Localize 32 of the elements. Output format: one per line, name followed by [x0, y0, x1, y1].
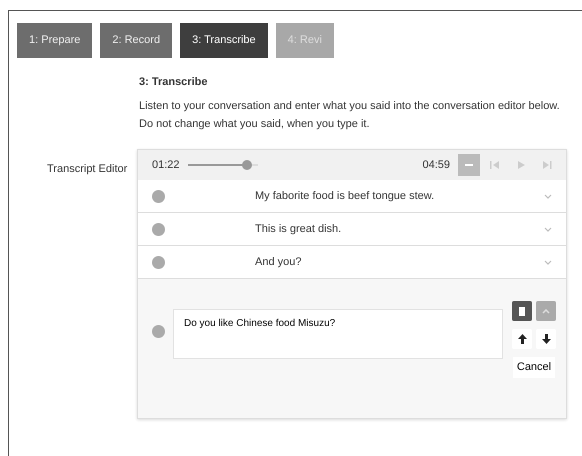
- arrow-up-icon: [518, 334, 526, 344]
- speaker-avatar: [152, 325, 165, 338]
- move-up-button[interactable]: [512, 329, 532, 350]
- chevron-up-icon: [542, 308, 550, 314]
- arrow-down-icon: [542, 334, 550, 344]
- skip-forward-icon: [542, 161, 552, 170]
- trash-icon: [518, 306, 526, 316]
- instructions-text: Listen to your conversation and enter what you said into the conversation editor below. Do not change what you said, when you type it.: [139, 99, 561, 132]
- play-icon: [517, 161, 525, 170]
- speaker-avatar: [152, 190, 165, 203]
- transcript-line[interactable]: And you?: [255, 254, 544, 270]
- chevron-down-icon[interactable]: [544, 226, 552, 232]
- transcript-line[interactable]: My faborite food is beef tongue stew.: [255, 188, 544, 204]
- step-tab[interactable]: 2: Record: [100, 23, 172, 58]
- step-tab[interactable]: 3: Transcribe: [180, 23, 268, 58]
- skip-back-icon: [490, 161, 500, 170]
- stop-button[interactable]: [458, 154, 480, 176]
- total-time: 04:59: [422, 158, 450, 173]
- chevron-down-icon[interactable]: [544, 260, 552, 265]
- speaker-avatar: [152, 256, 165, 269]
- transcript-line[interactable]: This is great dish.: [255, 220, 544, 238]
- cancel-button[interactable]: Cancel: [512, 357, 556, 378]
- delete-button[interactable]: [512, 301, 532, 322]
- speaker-avatar: [152, 222, 165, 236]
- current-time: 01:22: [152, 158, 180, 173]
- section-heading: 3: Transcribe: [139, 74, 208, 90]
- stop-icon: [465, 164, 473, 166]
- chevron-down-icon[interactable]: [544, 194, 552, 199]
- transcript-input[interactable]: Do you like Chinese food Misuzu?: [173, 309, 503, 360]
- move-down-button[interactable]: [536, 329, 556, 350]
- step-tab[interactable]: 1: Prepare: [17, 23, 92, 58]
- field-label: Transcript Editor: [47, 163, 128, 176]
